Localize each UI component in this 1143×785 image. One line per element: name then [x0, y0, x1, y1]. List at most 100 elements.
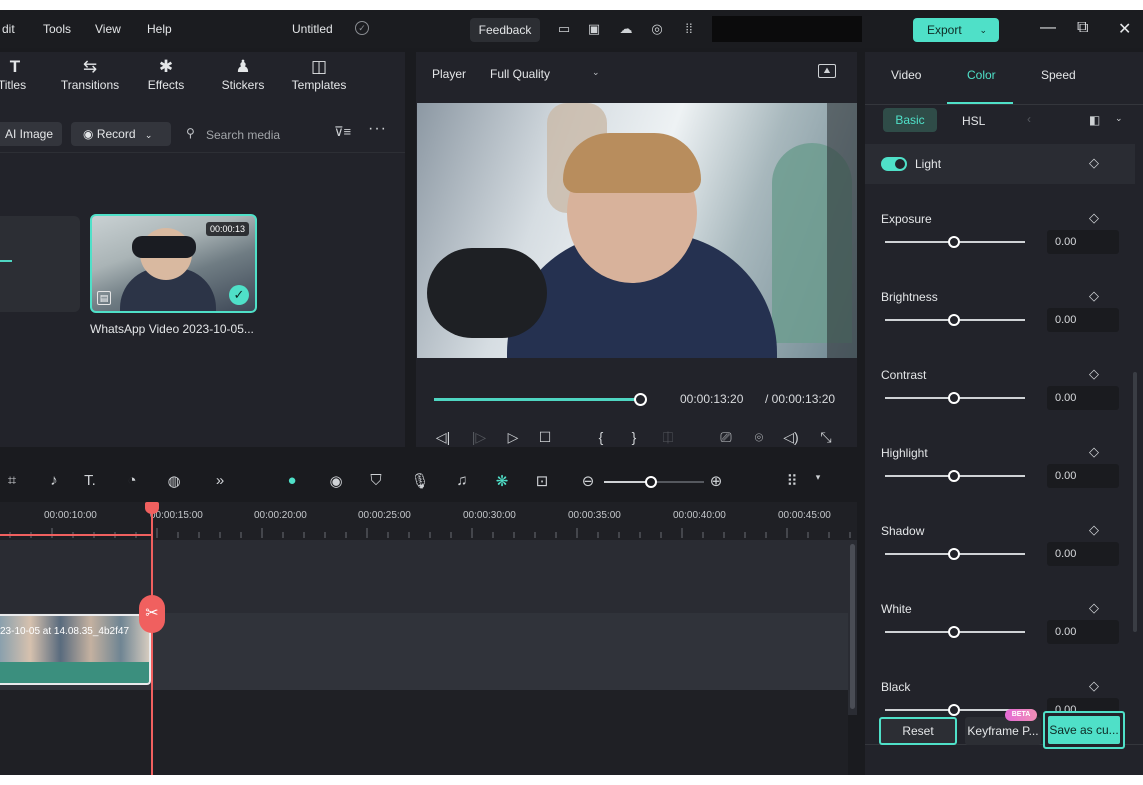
music-list-icon[interactable]: ♫ [452, 472, 472, 489]
layout-icon[interactable]: ▭ [556, 21, 572, 37]
tab-video[interactable]: Video [891, 68, 921, 82]
cloud-upload-icon[interactable]: ☁ [618, 21, 634, 37]
more-tools-icon[interactable]: » [210, 472, 230, 489]
save-as-custom-button[interactable]: Save as cu... [1043, 711, 1125, 749]
previous-frame-icon[interactable]: ◁| [434, 429, 452, 446]
menu-view[interactable]: View [95, 22, 121, 36]
audio-icon[interactable]: ♪ [44, 472, 64, 489]
volume-icon[interactable]: ◁) [782, 429, 800, 446]
keyframe-diamond-icon[interactable]: ◇ [1089, 155, 1099, 171]
camera-icon[interactable]: ⌾ [750, 429, 768, 446]
fullscreen-icon[interactable]: ⤡ [817, 429, 835, 446]
menu-help[interactable]: Help [147, 22, 172, 36]
timeline-scrollbar[interactable] [848, 540, 857, 715]
chevron-down-icon[interactable]: ⌄ [1115, 113, 1123, 124]
keyframe-diamond-icon[interactable]: ◇ [1089, 288, 1099, 304]
tab-templates[interactable]: ◫ Templates [288, 56, 350, 92]
param-slider-knob[interactable] [948, 314, 960, 326]
speed-icon[interactable]: ◔ [122, 472, 142, 489]
scrollbar-thumb[interactable] [850, 544, 855, 709]
tab-effects[interactable]: ✱ Effects [143, 56, 189, 92]
quality-select[interactable]: Full Quality [490, 67, 550, 81]
video-preview[interactable] [417, 103, 857, 358]
fit-icon[interactable]: ⊡ [532, 472, 552, 490]
scissors-icon[interactable]: ✂ [139, 595, 165, 633]
param-slider-knob[interactable] [948, 236, 960, 248]
zoom-in-icon[interactable]: ⊕ [706, 472, 726, 490]
play-icon[interactable]: ▷ [504, 429, 522, 446]
param-value-input[interactable]: 0.00 [1047, 464, 1119, 488]
more-options-icon[interactable]: ··· [368, 120, 387, 138]
text-icon[interactable]: T. [80, 472, 100, 489]
keyframe-diamond-icon[interactable]: ◇ [1089, 600, 1099, 616]
timeline-track-audio[interactable] [0, 690, 848, 785]
crop-icon[interactable]: ⌗ [2, 472, 22, 489]
param-value-input[interactable]: 0.00 [1047, 542, 1119, 566]
restore-icon[interactable]: ⧉ [1077, 19, 1088, 37]
keyframe-diamond-icon[interactable]: ◇ [1089, 366, 1099, 382]
mark-out-icon[interactable]: } [625, 429, 643, 445]
media-tile-selected[interactable]: 00:00:13 ▤ ✓ [90, 214, 257, 313]
filter-icon[interactable]: ⊽≡ [334, 124, 351, 140]
media-tile-partial[interactable] [0, 216, 80, 312]
reset-button[interactable]: Reset [879, 717, 957, 745]
display-icon[interactable]: ⎚ [717, 429, 735, 446]
subtab-hsl[interactable]: HSL [962, 114, 985, 128]
clip-marker-icon[interactable]: ⎅ [659, 429, 677, 446]
record-dropdown[interactable]: ◉ Record ⌄ [71, 122, 171, 146]
minimize-icon[interactable]: — [1040, 19, 1056, 37]
param-value-input[interactable]: 0.00 [1047, 620, 1119, 644]
ai-effects-icon[interactable]: ❋ [492, 472, 512, 490]
param-value-input[interactable]: 0.00 [1047, 308, 1119, 332]
image-icon[interactable]: ⛰ [818, 64, 836, 78]
feedback-button[interactable]: Feedback [470, 18, 540, 42]
save-icon[interactable]: ▣ [586, 21, 602, 37]
param-slider-knob[interactable] [948, 548, 960, 560]
param-value-input[interactable]: 0.00 [1047, 230, 1119, 254]
layout-grid-icon[interactable]: ⠿ [782, 472, 802, 490]
keyframe-diamond-icon[interactable]: ◇ [1089, 522, 1099, 538]
playhead[interactable] [151, 510, 153, 785]
chevron-down-icon[interactable]: ▾ [808, 472, 828, 483]
search-input[interactable] [206, 124, 316, 146]
microphone-icon[interactable]: 🎙 [410, 472, 430, 490]
headset-icon[interactable]: ◎ [649, 21, 665, 37]
param-slider-knob[interactable] [948, 470, 960, 482]
close-icon[interactable]: ✕ [1118, 19, 1131, 39]
color-palette-icon[interactable]: ◍ [164, 472, 184, 490]
param-slider-knob[interactable] [948, 704, 960, 716]
ai-mate-icon[interactable]: ● [282, 472, 302, 489]
timeline-clip[interactable]: 23-10-05 at 14.08.35_4b2f47 [0, 614, 151, 685]
param-value-input[interactable]: 0.00 [1047, 386, 1119, 410]
stop-icon[interactable]: ☐ [536, 429, 554, 446]
timeline-track-empty[interactable] [0, 540, 848, 618]
mark-in-icon[interactable]: { [592, 429, 610, 445]
tab-titles[interactable]: T Titles [0, 56, 30, 92]
grid-icon[interactable]: ⁞⁞ [681, 21, 697, 37]
next-frame-icon[interactable]: |▷ [470, 429, 488, 446]
param-slider-knob[interactable] [948, 392, 960, 404]
keyframe-diamond-icon[interactable]: ◇ [1089, 210, 1099, 226]
chevron-left-icon[interactable]: ‹ [1027, 112, 1031, 126]
light-toggle[interactable] [881, 157, 907, 171]
zoom-slider-knob[interactable] [645, 476, 657, 488]
tab-transitions[interactable]: ⇆ Transitions [58, 56, 122, 92]
chevron-down-icon[interactable]: ⌄ [592, 67, 600, 78]
panel-scrollbar[interactable] [1133, 372, 1137, 632]
keyframe-diamond-icon[interactable]: ◇ [1089, 678, 1099, 694]
playback-scrubber[interactable] [634, 393, 647, 406]
menu-edit[interactable]: dit [2, 22, 15, 36]
playback-progress-bar[interactable] [434, 398, 642, 401]
shield-icon[interactable]: ⛉ [366, 472, 386, 489]
zoom-out-icon[interactable]: ⊖ [578, 472, 598, 490]
compare-view-icon[interactable]: ◧ [1089, 113, 1100, 127]
export-button[interactable]: Export ⌄ [913, 18, 999, 42]
param-slider-knob[interactable] [948, 626, 960, 638]
ai-image-button[interactable]: AI Image [0, 122, 62, 146]
keyframe-diamond-icon[interactable]: ◇ [1089, 444, 1099, 460]
tab-color[interactable]: Color [967, 68, 996, 82]
tab-stickers[interactable]: ♟ Stickers [218, 56, 268, 92]
playhead-handle[interactable] [145, 502, 159, 514]
tab-speed[interactable]: Speed [1041, 68, 1076, 82]
menu-tools[interactable]: Tools [43, 22, 71, 36]
